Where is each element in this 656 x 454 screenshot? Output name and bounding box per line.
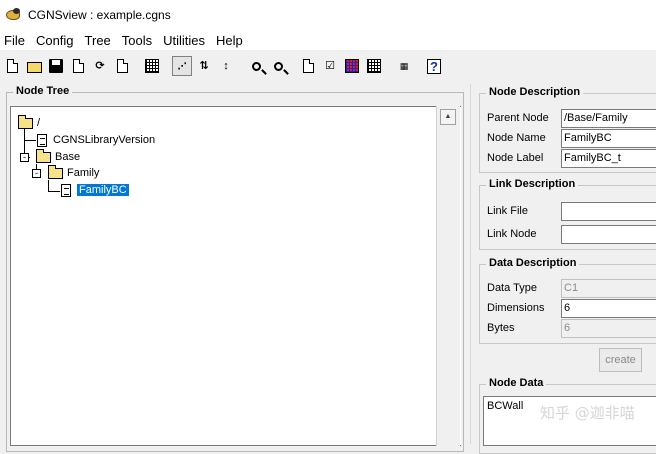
sort-tree-icon: ⇅ [199,60,209,72]
node-label-label: Node Label [487,152,544,164]
tree-view-icon: ⋰ [177,61,187,71]
units-icon: ▦ [399,61,409,71]
node-name-label: Node Name [487,132,546,144]
data-node-icon [61,183,71,197]
edit-table-button[interactable] [364,56,384,76]
node-data-title: Node Data [486,377,547,389]
link-file-field[interactable] [561,202,656,221]
tree-node-base[interactable]: Base [36,148,81,165]
tree-node-root[interactable]: / [18,114,41,131]
tree-node-label-selected: FamilyBC [77,184,129,196]
file-info-icon [116,59,128,73]
node-list-button[interactable] [142,56,162,76]
link-description-title: Link Description [486,178,579,190]
node-tree-view[interactable]: / CGNSLibraryVersion - Base - Family Fam… [10,106,461,446]
open-file-button[interactable] [24,56,44,76]
menu-config[interactable]: Config [31,33,80,48]
reload-button[interactable]: ⟳ [90,56,110,76]
bytes-field: 6 [561,319,656,338]
menu-utilities[interactable]: Utilities [158,33,211,48]
menu-file[interactable]: File [0,33,31,48]
copy-icon [302,59,314,73]
floppy-disk-icon [49,59,63,73]
save-file-button[interactable] [46,56,66,76]
pane-splitter[interactable] [470,84,472,444]
window-title: CGNSview : example.cgns [28,8,171,22]
link-file-label: Link File [487,205,528,217]
bytes-label: Bytes [487,322,515,334]
data-type-field: C1 [561,279,656,298]
parent-node-field[interactable]: /Base/Family [561,109,656,128]
file-info-button[interactable] [112,56,132,76]
tree-node-familybc[interactable]: FamilyBC [61,182,129,198]
magnifier-next-icon [273,61,283,71]
dimensions-label: Dimensions [487,302,545,314]
magnifier-icon [251,61,261,71]
menu-tools[interactable]: Tools [117,33,158,48]
watermark: 知乎 @迦非喵 [540,404,635,422]
link-node-label: Link Node [487,228,537,240]
data-description-title: Data Description [486,257,580,269]
folder-icon [36,148,51,163]
collapse-family-toggle[interactable]: - [32,169,41,178]
plot-grid-icon [345,59,359,73]
menu-help[interactable]: Help [211,33,249,48]
open-folder-icon [26,62,42,73]
move-node-icon: ↕ [223,60,229,72]
new-document-icon [6,59,18,73]
table-icon [367,59,381,73]
check-file-button[interactable]: ☑ [320,56,340,76]
node-name-field[interactable]: FamilyBC [561,129,656,148]
data-type-label: Data Type [487,282,537,294]
tree-node-label: / [37,117,41,129]
menu-tree[interactable]: Tree [80,33,117,48]
copy-node-button[interactable] [298,56,318,76]
collapse-base-toggle[interactable]: - [20,153,29,162]
folder-icon [18,114,33,129]
plot-button[interactable] [342,56,362,76]
parent-node-label: Parent Node [487,112,549,124]
save-as-button[interactable] [68,56,88,76]
dimensions-field[interactable]: 6 [561,299,656,318]
find-node-icon [145,59,159,73]
link-node-field[interactable] [561,225,656,244]
scroll-up-arrow-icon[interactable]: ▲ [440,109,456,125]
help-button[interactable]: ? [424,56,444,76]
node-tree-title: Node Tree [13,85,73,97]
units-button[interactable]: ▦ [394,56,414,76]
checklist-icon: ☑ [325,60,335,72]
tree-node-cgnslibraryversion[interactable]: CGNSLibraryVersion [37,132,155,148]
tree-node-label: Family [67,167,100,179]
folder-icon [48,164,63,179]
question-mark-icon: ? [427,58,441,74]
save-as-icon [72,59,84,73]
data-node-icon [37,133,47,147]
node-description-title: Node Description [486,86,584,98]
toolbar: ⟳ ⋰ ⇅ ↕ ☑ ▦ ? [0,52,656,80]
tree-scrollbar[interactable]: ▲ [436,106,460,446]
title-bar: CGNSview : example.cgns [0,0,656,30]
cgnsview-app-icon [6,7,22,23]
tree-view-button[interactable]: ⋰ [172,56,192,76]
sort-tree-button[interactable]: ⇅ [194,56,214,76]
menu-bar: File Config Tree Tools Utilities Help [0,30,656,50]
tree-node-label: CGNSLibraryVersion [53,134,156,146]
node-label-field[interactable]: FamilyBC_t [561,149,656,168]
move-node-button[interactable]: ↕ [216,56,236,76]
find-button[interactable] [246,56,266,76]
new-file-button[interactable] [2,56,22,76]
reload-icon: ⟳ [95,60,105,72]
create-button[interactable]: create [599,348,642,372]
find-next-button[interactable] [268,56,288,76]
tree-node-family[interactable]: Family [48,164,100,181]
tree-node-label: Base [55,151,81,163]
